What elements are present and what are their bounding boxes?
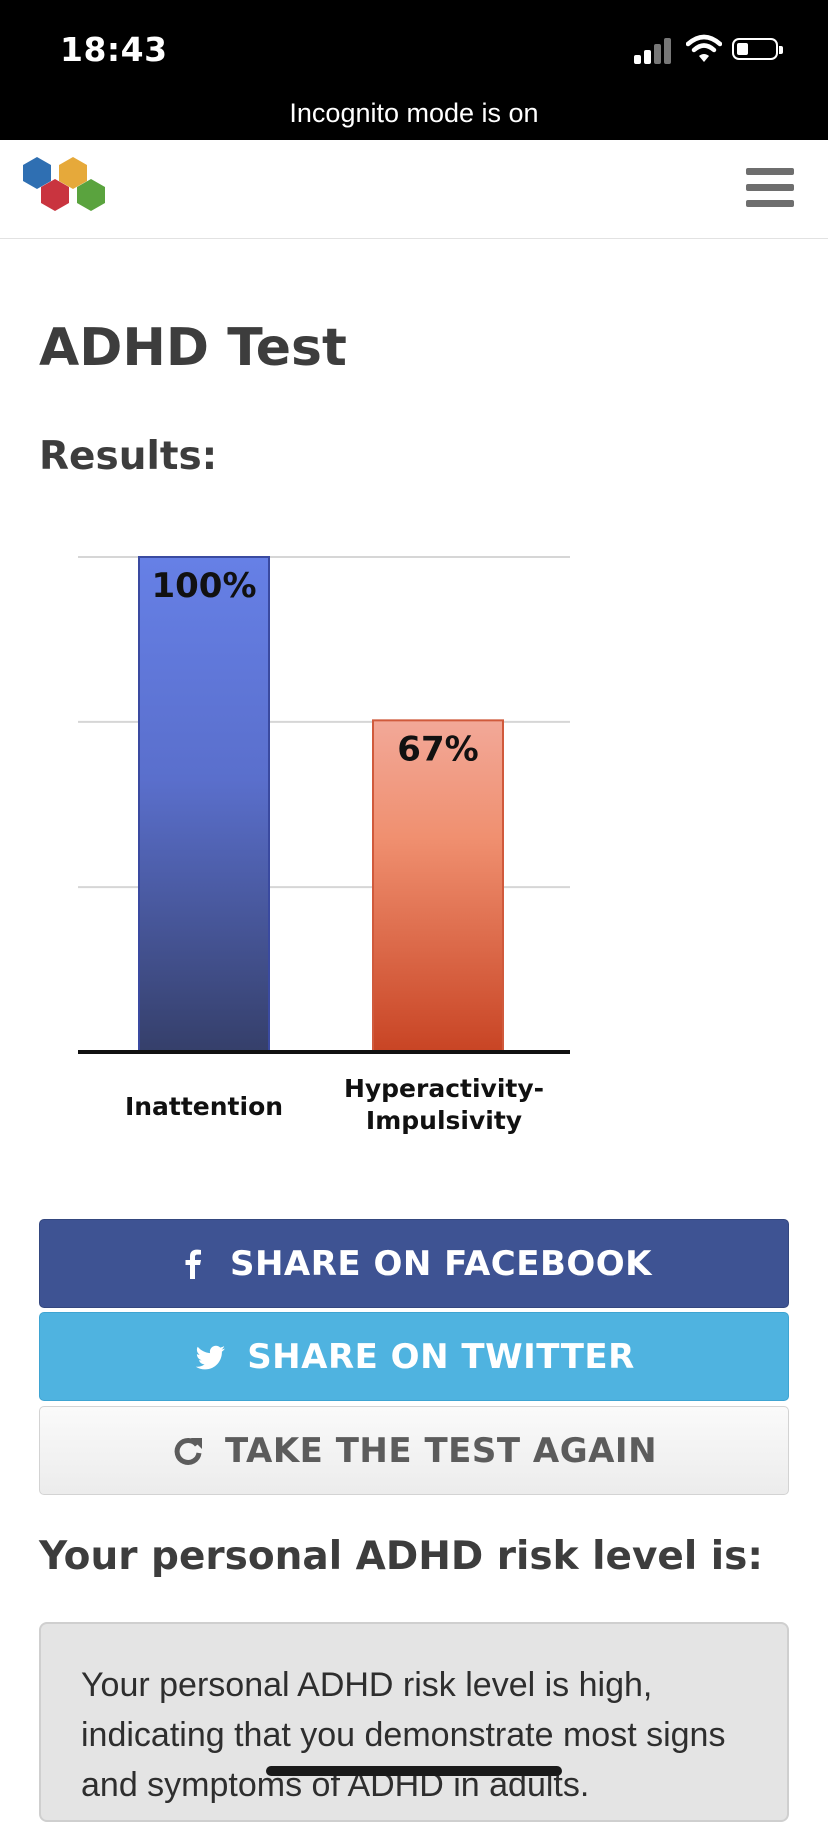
risk-level-panel: Your personal ADHD risk level is high, i… (39, 1622, 789, 1822)
share-facebook-label: SHARE ON FACEBOOK (229, 1243, 653, 1284)
status-bar: 18:43 Incognito mode is on (0, 0, 828, 140)
category-label: Inattention (125, 1092, 283, 1121)
clock: 18:43 (60, 30, 168, 69)
share-facebook-button[interactable]: SHARE ON FACEBOOK (39, 1219, 789, 1308)
category-label: Hyperactivity- (344, 1074, 544, 1103)
risk-level-text: Your personal ADHD risk level is high, i… (81, 1666, 726, 1804)
hexagon-cluster-logo-icon[interactable] (18, 154, 110, 224)
risk-level-heading: Your personal ADHD risk level is: (39, 1534, 763, 1579)
incognito-banner: Incognito mode is on (289, 98, 539, 128)
site-header (0, 140, 828, 239)
share-twitter-label: SHARE ON TWITTER (247, 1336, 635, 1377)
share-twitter-button[interactable]: SHARE ON TWITTER (39, 1312, 789, 1401)
bar-hyperactivity-impulsivity (372, 719, 504, 1053)
bar-value-label: 100% (151, 566, 256, 606)
wifi-icon (686, 34, 722, 62)
take-test-again-label: TAKE THE TEST AGAIN (224, 1430, 658, 1471)
results-label: Results: (39, 434, 218, 479)
cellular-signal-icon (634, 36, 674, 64)
take-test-again-button[interactable]: TAKE THE TEST AGAIN (39, 1406, 789, 1495)
page-title: ADHD Test (39, 318, 347, 378)
battery-icon (732, 38, 783, 60)
facebook-icon (185, 1249, 201, 1279)
home-indicator (266, 1766, 562, 1776)
results-bar-chart: 100% 67% Inattention Hyperactivity- Impulsiv… (40, 530, 600, 1170)
bar-inattention (138, 556, 270, 1053)
hamburger-menu-icon[interactable] (746, 166, 794, 210)
twitter-icon (195, 1345, 226, 1369)
status-icons (634, 34, 794, 64)
refresh-icon (174, 1437, 202, 1465)
category-label: Impulsivity (366, 1106, 522, 1135)
bar-value-label: 67% (397, 729, 478, 769)
